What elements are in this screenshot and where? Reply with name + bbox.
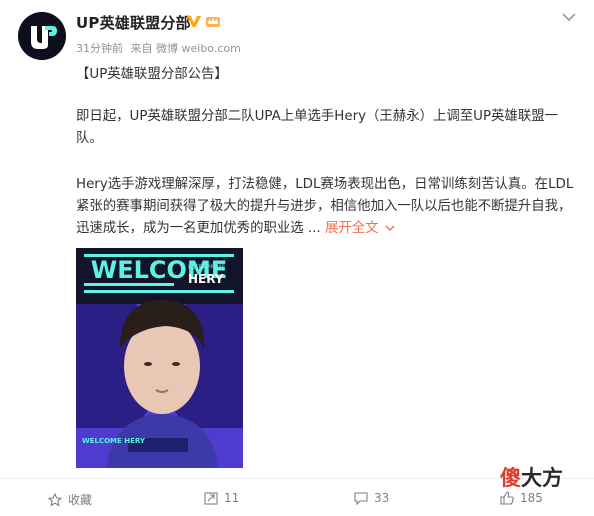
post-meta: 31分钟前 来自 微博 weibo.com [76, 40, 241, 56]
comment-icon [354, 492, 368, 505]
post-timestamp[interactable]: 31分钟前 [76, 42, 123, 55]
avatar[interactable] [18, 12, 66, 60]
like-count: 185 [520, 491, 543, 505]
image-brand: ULTRAPRIME [188, 264, 225, 271]
member-crown-icon [206, 17, 220, 27]
welcome-hery-graphic: WELCOME ULTRAPRIME HERY WELCOME HERY [76, 248, 243, 468]
image-footer: WELCOME HERY [82, 437, 146, 445]
up-logo-icon [18, 12, 66, 60]
thumbs-up-icon [500, 491, 514, 505]
post-paragraph: 即日起，UP英雄联盟分部二队UPA上单选手Hery（王赫永）上调至UP英雄联盟一… [76, 109, 558, 146]
repost-button[interactable]: 11 [204, 491, 239, 505]
post-title: 【UP英雄联盟分部公告】 [76, 67, 228, 82]
watermark-part2: 大方 [521, 466, 563, 490]
chevron-down-icon[interactable] [562, 12, 576, 22]
post-image[interactable]: WELCOME ULTRAPRIME HERY WELCOME HERY [76, 248, 243, 468]
favorite-button[interactable]: 收藏 [48, 491, 92, 508]
expand-label: 展开全文 [324, 221, 379, 236]
repost-count: 11 [224, 491, 240, 505]
verified-v-icon [187, 16, 201, 27]
comment-button[interactable]: 33 [354, 491, 389, 505]
post-source: 来自 微博 weibo.com [130, 42, 241, 55]
post-header: UP英雄联盟分部 31分钟前 来自 微博 weibo.com [0, 0, 594, 60]
comment-count: 33 [374, 491, 390, 505]
post-paragraph: Hery选手游戏理解深厚，打法稳健，LDL赛场表现出色，日常训练刻苦认真。在LD… [76, 174, 576, 240]
star-icon [48, 492, 62, 507]
repost-icon [204, 492, 218, 505]
chevron-down-icon [385, 225, 394, 231]
like-button[interactable]: 185 [500, 491, 543, 505]
image-player-name: HERY [188, 272, 224, 286]
author-name[interactable]: UP英雄联盟分部 [76, 12, 191, 33]
expand-full-text-link[interactable]: 展开全文 [325, 221, 395, 236]
watermark-part1: 傻 [500, 466, 521, 490]
watermark: 傻大方 [500, 462, 563, 492]
favorite-label: 收藏 [68, 493, 93, 507]
